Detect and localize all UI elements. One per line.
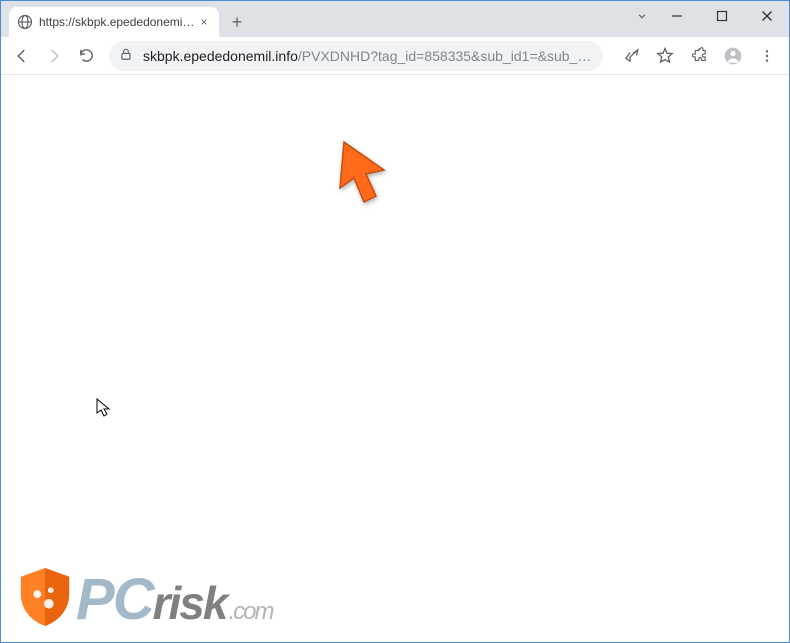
watermark-letter-c: C bbox=[113, 566, 153, 633]
watermark-letter-p: P bbox=[76, 566, 113, 633]
bookmark-star-icon[interactable] bbox=[649, 41, 681, 71]
annotation-arrow-icon bbox=[336, 140, 396, 215]
browser-tab[interactable]: https://skbpk.epededonemil.info/ × bbox=[9, 7, 219, 37]
reload-button[interactable] bbox=[71, 41, 101, 71]
tab-search-chevron-icon[interactable] bbox=[635, 9, 649, 28]
maximize-button[interactable] bbox=[699, 1, 744, 31]
watermark-com: .com bbox=[228, 598, 272, 626]
lock-icon bbox=[119, 47, 133, 64]
watermark-text: P C risk .com bbox=[76, 566, 272, 633]
close-button[interactable] bbox=[744, 1, 789, 31]
minimize-button[interactable] bbox=[654, 1, 699, 31]
watermark-risk: risk bbox=[153, 576, 227, 630]
url-host: skbpk.epededonemil.info bbox=[143, 48, 298, 64]
shield-icon bbox=[16, 565, 74, 634]
mouse-cursor-icon bbox=[96, 398, 112, 423]
titlebar: https://skbpk.epededonemil.info/ × + bbox=[1, 1, 789, 37]
toolbar: skbpk.epededonemil.info /PVXDNHD?tag_id=… bbox=[1, 37, 789, 75]
forward-button bbox=[39, 41, 69, 71]
watermark-logo: P C risk .com bbox=[16, 565, 272, 634]
address-bar[interactable]: skbpk.epededonemil.info /PVXDNHD?tag_id=… bbox=[109, 41, 603, 71]
tab-title: https://skbpk.epededonemil.info/ bbox=[39, 15, 197, 29]
kebab-menu-icon[interactable] bbox=[751, 41, 783, 71]
globe-icon bbox=[17, 14, 33, 30]
window-controls bbox=[654, 1, 789, 31]
page-content: P C risk .com bbox=[1, 75, 789, 642]
toolbar-right bbox=[615, 41, 783, 71]
back-button[interactable] bbox=[7, 41, 37, 71]
url-path: /PVXDNHD?tag_id=858335&sub_id1=&sub_id2=… bbox=[298, 48, 593, 64]
extensions-puzzle-icon[interactable] bbox=[683, 41, 715, 71]
browser-window: https://skbpk.epededonemil.info/ × + bbox=[0, 0, 790, 643]
tab-close-icon[interactable]: × bbox=[197, 15, 211, 29]
new-tab-button[interactable]: + bbox=[223, 8, 251, 36]
share-icon[interactable] bbox=[615, 41, 647, 71]
profile-avatar-icon[interactable] bbox=[717, 41, 749, 71]
